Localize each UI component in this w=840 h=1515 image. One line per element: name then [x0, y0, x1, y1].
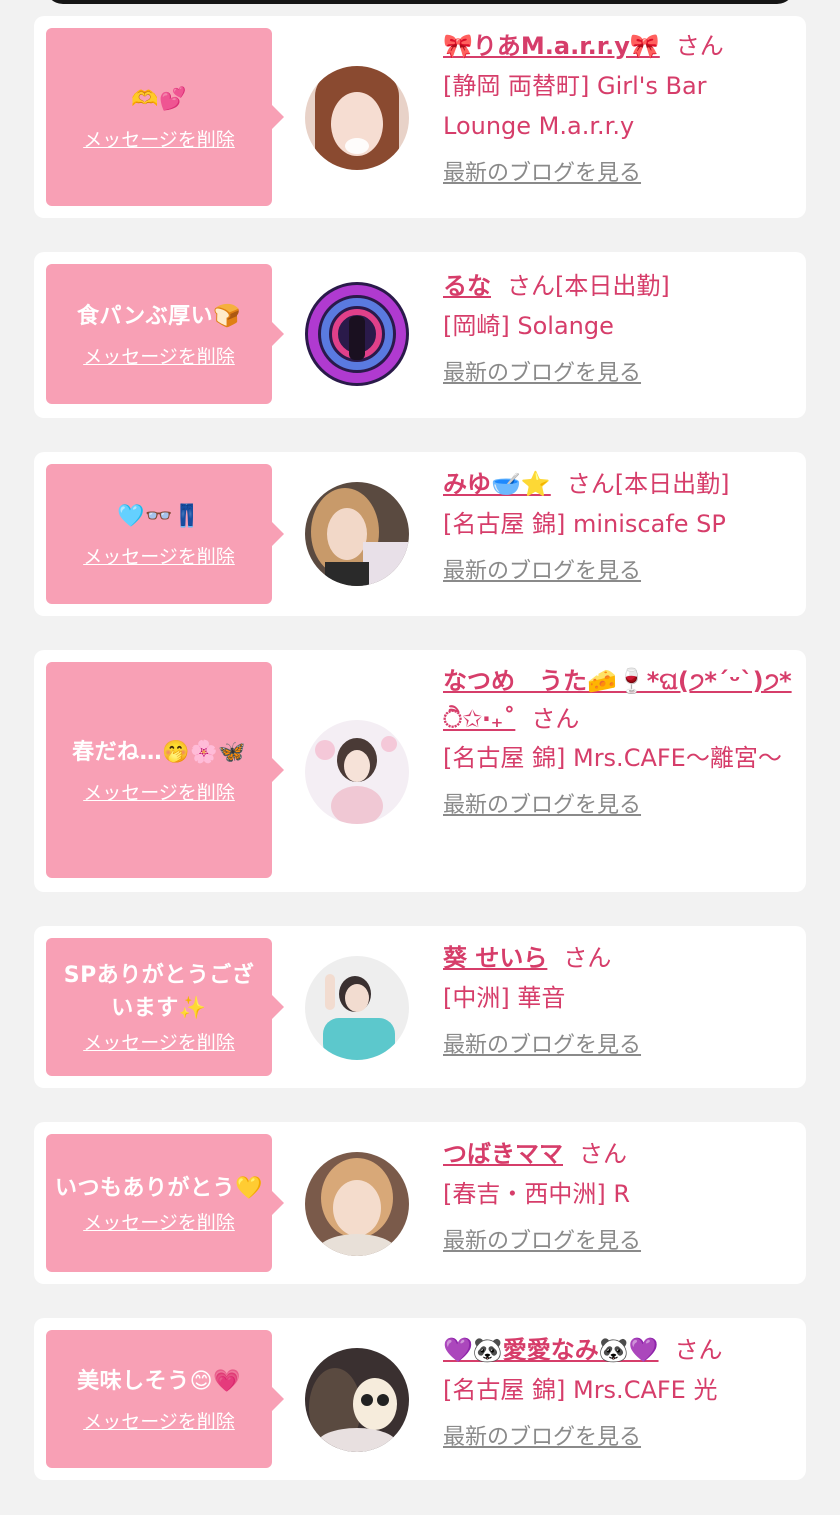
delete-message-link[interactable]: メッセージを削除: [83, 345, 235, 369]
cast-name-link[interactable]: 葵 せいら: [443, 944, 547, 972]
message-bubble: 春だね…🤭🌸🦋 メッセージを削除: [46, 662, 284, 878]
delete-message-link[interactable]: メッセージを削除: [83, 128, 235, 152]
san-label: さん: [674, 1336, 723, 1364]
message-bubble: 🩵👓👖 メッセージを削除: [46, 464, 284, 604]
profile-info: なつめ うた🧀🍷*ଘ(੭*ˊᵕˋ)੭* ੈ✩‧₊˚ さん [名古屋 錦] Mrs.…: [443, 662, 795, 826]
message-card: いつもありがとう💛 メッセージを削除 つばきママ さん [春吉・西中洲] R 最新…: [34, 1122, 806, 1284]
avatar[interactable]: [305, 282, 409, 386]
san-label: さん: [579, 1140, 627, 1168]
delete-message-link[interactable]: メッセージを削除: [83, 1031, 235, 1055]
san-label: さん: [507, 272, 555, 300]
profile-info: るな さん[本日出勤] [岡崎] Solange 最新のブログを見る: [443, 266, 795, 394]
avatar[interactable]: [305, 720, 409, 824]
shop-info: [名古屋 錦] Mrs.CAFE～離宮～: [443, 744, 782, 772]
avatar[interactable]: [305, 1348, 409, 1452]
avatar[interactable]: [305, 1152, 409, 1256]
message-bubble: SPありがとうございます✨ メッセージを削除: [46, 938, 284, 1076]
avatar[interactable]: [305, 66, 409, 170]
san-label: さん: [675, 32, 724, 60]
cast-name-link[interactable]: 💜🐼愛愛なみ🐼💜: [443, 1336, 659, 1364]
message-card: SPありがとうございます✨ メッセージを削除 葵 せいら さん [中洲] 華音 最…: [34, 926, 806, 1088]
message-bubble: いつもありがとう💛 メッセージを削除: [46, 1134, 284, 1272]
cast-name-link[interactable]: なつめ うた🧀🍷*ଘ(੭*ˊᵕˋ)੭* ੈ✩‧₊˚: [443, 667, 792, 733]
shop-info: [名古屋 錦] Mrs.CAFE 光: [443, 1376, 718, 1404]
message-bubble: 美味しそう😊💗 メッセージを削除: [46, 1330, 284, 1468]
message-card: 春だね…🤭🌸🦋 メッセージを削除 なつめ うた🧀🍷*ଘ(੭*ˊᵕˋ)੭* ੈ✩‧…: [34, 650, 806, 892]
message-card: 食パンぶ厚い🍞 メッセージを削除 るな さん[本日出勤] [岡崎] Solange…: [34, 252, 806, 418]
profile-info: つばきママ さん [春吉・西中洲] R 最新のブログを見る: [443, 1134, 795, 1262]
profile-info: 葵 せいら さん [中洲] 華音 最新のブログを見る: [443, 938, 795, 1066]
shop-info: [静岡 両替町] Girl's Bar Lounge M.a.r.r.y: [443, 72, 707, 140]
latest-blog-link[interactable]: 最新のブログを見る: [443, 154, 641, 194]
shop-info: [中洲] 華音: [443, 984, 566, 1012]
latest-blog-link[interactable]: 最新のブログを見る: [443, 552, 641, 592]
san-label: さん: [531, 705, 580, 733]
cast-name-link[interactable]: つばきママ: [443, 1140, 563, 1168]
delete-message-link[interactable]: メッセージを削除: [83, 781, 235, 805]
shop-info: [名古屋 錦] miniscafe SP: [443, 510, 726, 538]
attendance-badge: [本日出勤]: [614, 470, 730, 498]
avatar[interactable]: [305, 956, 409, 1060]
san-label: さん: [563, 944, 612, 972]
san-label: さん: [566, 470, 615, 498]
message-text: 🩵👓👖: [117, 503, 201, 529]
message-text: 春だね…🤭🌸🦋: [72, 739, 246, 765]
message-card: 🩵👓👖 メッセージを削除 みゆ🥣⭐️ さん[本日出勤] [名古屋 錦] minis…: [34, 452, 806, 616]
message-text: 🫶💕: [131, 86, 187, 112]
message-card: 美味しそう😊💗 メッセージを削除 💜🐼愛愛なみ🐼💜 さん [名古屋 錦] Mrs.…: [34, 1318, 806, 1480]
message-text: 食パンぶ厚い🍞: [77, 303, 241, 329]
delete-message-link[interactable]: メッセージを削除: [83, 545, 235, 569]
cast-name-link[interactable]: るな: [443, 272, 491, 300]
latest-blog-link[interactable]: 最新のブログを見る: [443, 354, 641, 394]
cast-name-link[interactable]: みゆ🥣⭐️: [443, 470, 551, 498]
message-bubble: 食パンぶ厚い🍞 メッセージを削除: [46, 264, 284, 404]
attendance-badge: [本日出勤]: [555, 272, 670, 300]
latest-blog-link[interactable]: 最新のブログを見る: [443, 1418, 641, 1458]
shop-info: [岡崎] Solange: [443, 312, 614, 340]
message-text: SPありがとうございます✨: [63, 963, 255, 1021]
profile-info: みゆ🥣⭐️ さん[本日出勤] [名古屋 錦] miniscafe SP 最新のブロ…: [443, 464, 795, 592]
profile-info: 💜🐼愛愛なみ🐼💜 さん [名古屋 錦] Mrs.CAFE 光 最新のブログを見る: [443, 1330, 795, 1458]
message-card: 🫶💕 メッセージを削除 🎀りあM.a.r.r.y🎀 さん [静岡 両替町] Gir…: [34, 16, 806, 218]
delete-message-link[interactable]: メッセージを削除: [83, 1211, 235, 1235]
latest-blog-link[interactable]: 最新のブログを見る: [443, 1026, 641, 1066]
message-text: 美味しそう😊💗: [77, 1368, 241, 1394]
profile-info: 🎀りあM.a.r.r.y🎀 さん [静岡 両替町] Girl's Bar Loun…: [443, 26, 795, 194]
message-text: いつもありがとう💛: [55, 1175, 263, 1201]
latest-blog-link[interactable]: 最新のブログを見る: [443, 786, 641, 826]
shop-info: [春吉・西中洲] R: [443, 1180, 631, 1208]
latest-blog-link[interactable]: 最新のブログを見る: [443, 1222, 641, 1262]
delete-message-link[interactable]: メッセージを削除: [83, 1410, 235, 1434]
cast-name-link[interactable]: 🎀りあM.a.r.r.y🎀: [443, 32, 660, 60]
top-bar-edge: [45, 0, 795, 4]
message-bubble: 🫶💕 メッセージを削除: [46, 28, 284, 206]
avatar[interactable]: [305, 482, 409, 586]
